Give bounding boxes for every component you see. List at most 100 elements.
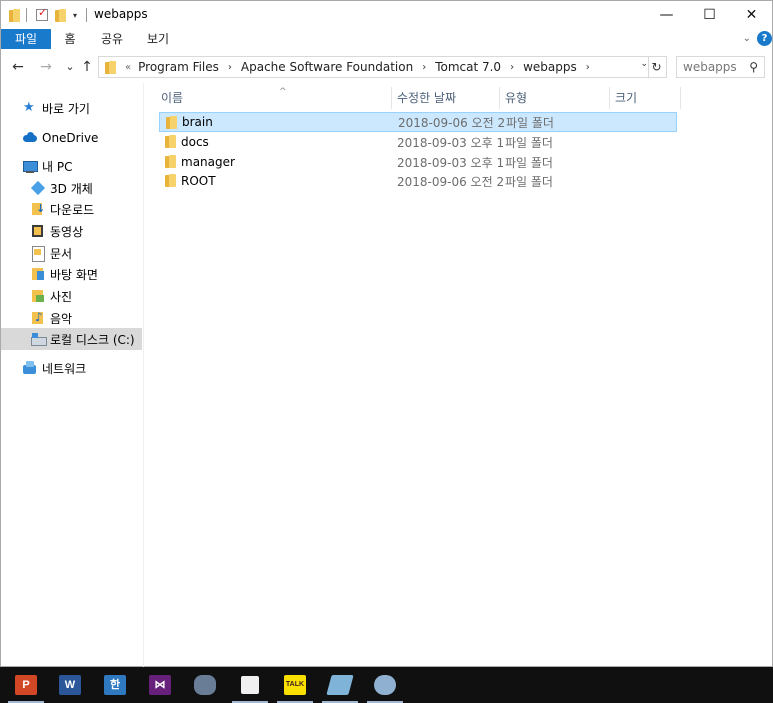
search-placeholder: webapps (683, 60, 737, 74)
cloud-icon (23, 131, 37, 145)
hangul-icon: 한 (104, 675, 126, 695)
recent-locations-button[interactable]: ⌄ (62, 57, 78, 77)
taskbar-word[interactable]: W (50, 667, 90, 703)
separator (86, 7, 87, 23)
file-modified: 2018-09-06 오전 2 (397, 174, 505, 189)
help-icon[interactable]: ? (757, 31, 772, 46)
expand-ribbon-icon[interactable]: ⌄ (743, 33, 751, 44)
sidebar-item-this-pc[interactable]: 내 PC (23, 155, 133, 177)
sidebar-item-label: 로컬 디스크 (C:) (50, 332, 135, 347)
maximize-button[interactable]: ☐ (687, 1, 732, 29)
pc-icon (23, 159, 38, 173)
taskbar-visual-studio[interactable]: ⋈ (140, 667, 180, 703)
powerpoint-icon: P (15, 675, 37, 695)
ribbon-controls: ⌄ ? (743, 31, 772, 46)
folder-icon (9, 7, 20, 23)
sidebar-item-label: 바로 가기 (42, 101, 90, 116)
breadcrumb-segment[interactable]: Apache Software Foundation (241, 60, 413, 74)
separator (26, 7, 27, 23)
column-label: 크기 (615, 91, 638, 105)
overflow-chevron-icon[interactable]: « (125, 62, 131, 73)
up-button[interactable]: ↑ (79, 57, 95, 77)
taskbar-powerpoint[interactable]: P (6, 667, 46, 703)
taskbar-database[interactable] (185, 667, 225, 703)
breadcrumb-segment[interactable]: Tomcat 7.0 (435, 60, 501, 74)
documents-icon (31, 246, 45, 262)
sidebar-item-local-disk[interactable]: 로컬 디스크 (C:) (1, 328, 142, 350)
sticky-notes-icon (241, 676, 259, 694)
sidebar-item-downloads[interactable]: 다운로드 (31, 198, 131, 220)
sidebar-item-label: OneDrive (42, 131, 99, 145)
folder-icon (165, 135, 176, 148)
tab-home[interactable]: 홈 (57, 29, 83, 49)
forward-button[interactable]: → (38, 57, 54, 77)
breadcrumb-chevron-icon[interactable]: › (228, 62, 232, 73)
explorer-window: ▾ webapps — ☐ ✕ 파일 홈 공유 보기 ⌄ ? ← → ⌄ ↑ «… (0, 0, 773, 668)
search-input[interactable]: webapps ⚲ (676, 56, 765, 78)
file-name: manager (181, 155, 235, 169)
breadcrumb-segment[interactable]: webapps (523, 60, 577, 74)
column-header-type[interactable]: 유형 (499, 87, 609, 109)
minimize-button[interactable]: — (644, 1, 689, 29)
column-header-modified[interactable]: 수정한 날짜 (391, 87, 499, 109)
column-header-name[interactable]: ^ 이름 (155, 87, 391, 109)
close-button[interactable]: ✕ (729, 1, 773, 29)
sidebar-item-pictures[interactable]: 사진 (31, 285, 131, 307)
file-name: ROOT (181, 174, 216, 188)
taskbar-kakaotalk[interactable]: TALK (275, 667, 315, 703)
table-row[interactable]: ROOT 2018-09-06 오전 2 파일 폴더 (159, 171, 677, 191)
column-divider[interactable] (680, 87, 681, 109)
sidebar-item-videos[interactable]: 동영상 (31, 220, 131, 242)
table-row[interactable]: manager 2018-09-03 오후 1 파일 폴더 (159, 152, 677, 172)
tab-file[interactable]: 파일 (1, 29, 51, 49)
window-title: webapps (94, 7, 148, 21)
sidebar-item-label: 문서 (50, 246, 73, 261)
sidebar-item-desktop[interactable]: 바탕 화면 (31, 263, 131, 285)
breadcrumb-chevron-icon[interactable]: › (586, 62, 590, 73)
sidebar-item-label: 3D 개체 (50, 181, 93, 196)
sidebar-item-network[interactable]: 네트워크 (23, 357, 133, 379)
tab-view[interactable]: 보기 (141, 29, 175, 49)
sidebar-item-music[interactable]: 음악 (31, 307, 131, 329)
sidebar-item-quick-access[interactable]: ★ 바로 가기 (23, 97, 133, 119)
ribbon: 파일 홈 공유 보기 ⌄ ? (1, 29, 772, 49)
search-icon[interactable]: ⚲ (749, 57, 758, 77)
folder-icon (105, 60, 116, 74)
taskbar: P W 한 ⋈ TALK (0, 667, 773, 703)
sidebar-item-onedrive[interactable]: OneDrive (23, 127, 133, 149)
file-name: brain (182, 115, 213, 129)
desktop-icon (31, 267, 45, 281)
sidebar-item-label: 내 PC (42, 159, 73, 174)
refresh-icon[interactable]: ↻ (648, 57, 664, 77)
column-header-size[interactable]: 크기 (609, 87, 681, 109)
file-modified: 2018-09-03 오후 1 (397, 155, 505, 170)
taskbar-hangul[interactable]: 한 (95, 667, 135, 703)
navigation-pane: ★ 바로 가기 OneDrive 내 PC 3D 개체 다운로드 동영상 문서 (1, 83, 144, 668)
sidebar-item-label: 바탕 화면 (50, 267, 98, 282)
title-bar: ▾ webapps — ☐ ✕ (1, 1, 772, 29)
taskbar-notepad[interactable] (320, 667, 360, 703)
sidebar-item-documents[interactable]: 문서 (31, 242, 131, 264)
file-modified: 2018-09-03 오후 1 (397, 135, 505, 150)
sidebar-item-3d-objects[interactable]: 3D 개체 (31, 177, 131, 199)
folder-icon (165, 155, 176, 168)
breadcrumb-chevron-icon[interactable]: › (422, 62, 426, 73)
table-row[interactable]: docs 2018-09-03 오후 1 파일 폴더 (159, 132, 677, 152)
word-icon: W (59, 675, 81, 695)
taskbar-paint[interactable] (365, 667, 405, 703)
taskbar-sticky-notes[interactable] (230, 667, 270, 703)
back-button[interactable]: ← (10, 57, 26, 77)
new-folder-icon[interactable] (55, 7, 66, 23)
properties-icon[interactable] (36, 6, 48, 23)
breadcrumb-chevron-icon[interactable]: › (510, 62, 514, 73)
column-label: 유형 (505, 91, 528, 105)
breadcrumb-segment[interactable]: Program Files (138, 60, 219, 74)
customize-toolbar-icon[interactable]: ▾ (73, 7, 77, 23)
tab-share[interactable]: 공유 (95, 29, 129, 49)
table-row[interactable]: brain 2018-09-06 오전 2 파일 폴더 (159, 112, 677, 132)
paint-icon (374, 675, 396, 695)
videos-icon (31, 224, 45, 238)
address-bar[interactable]: « Program Files › Apache Software Founda… (98, 56, 667, 78)
address-dropdown-icon[interactable]: ⌄ (640, 59, 648, 69)
folder-icon (165, 174, 176, 187)
